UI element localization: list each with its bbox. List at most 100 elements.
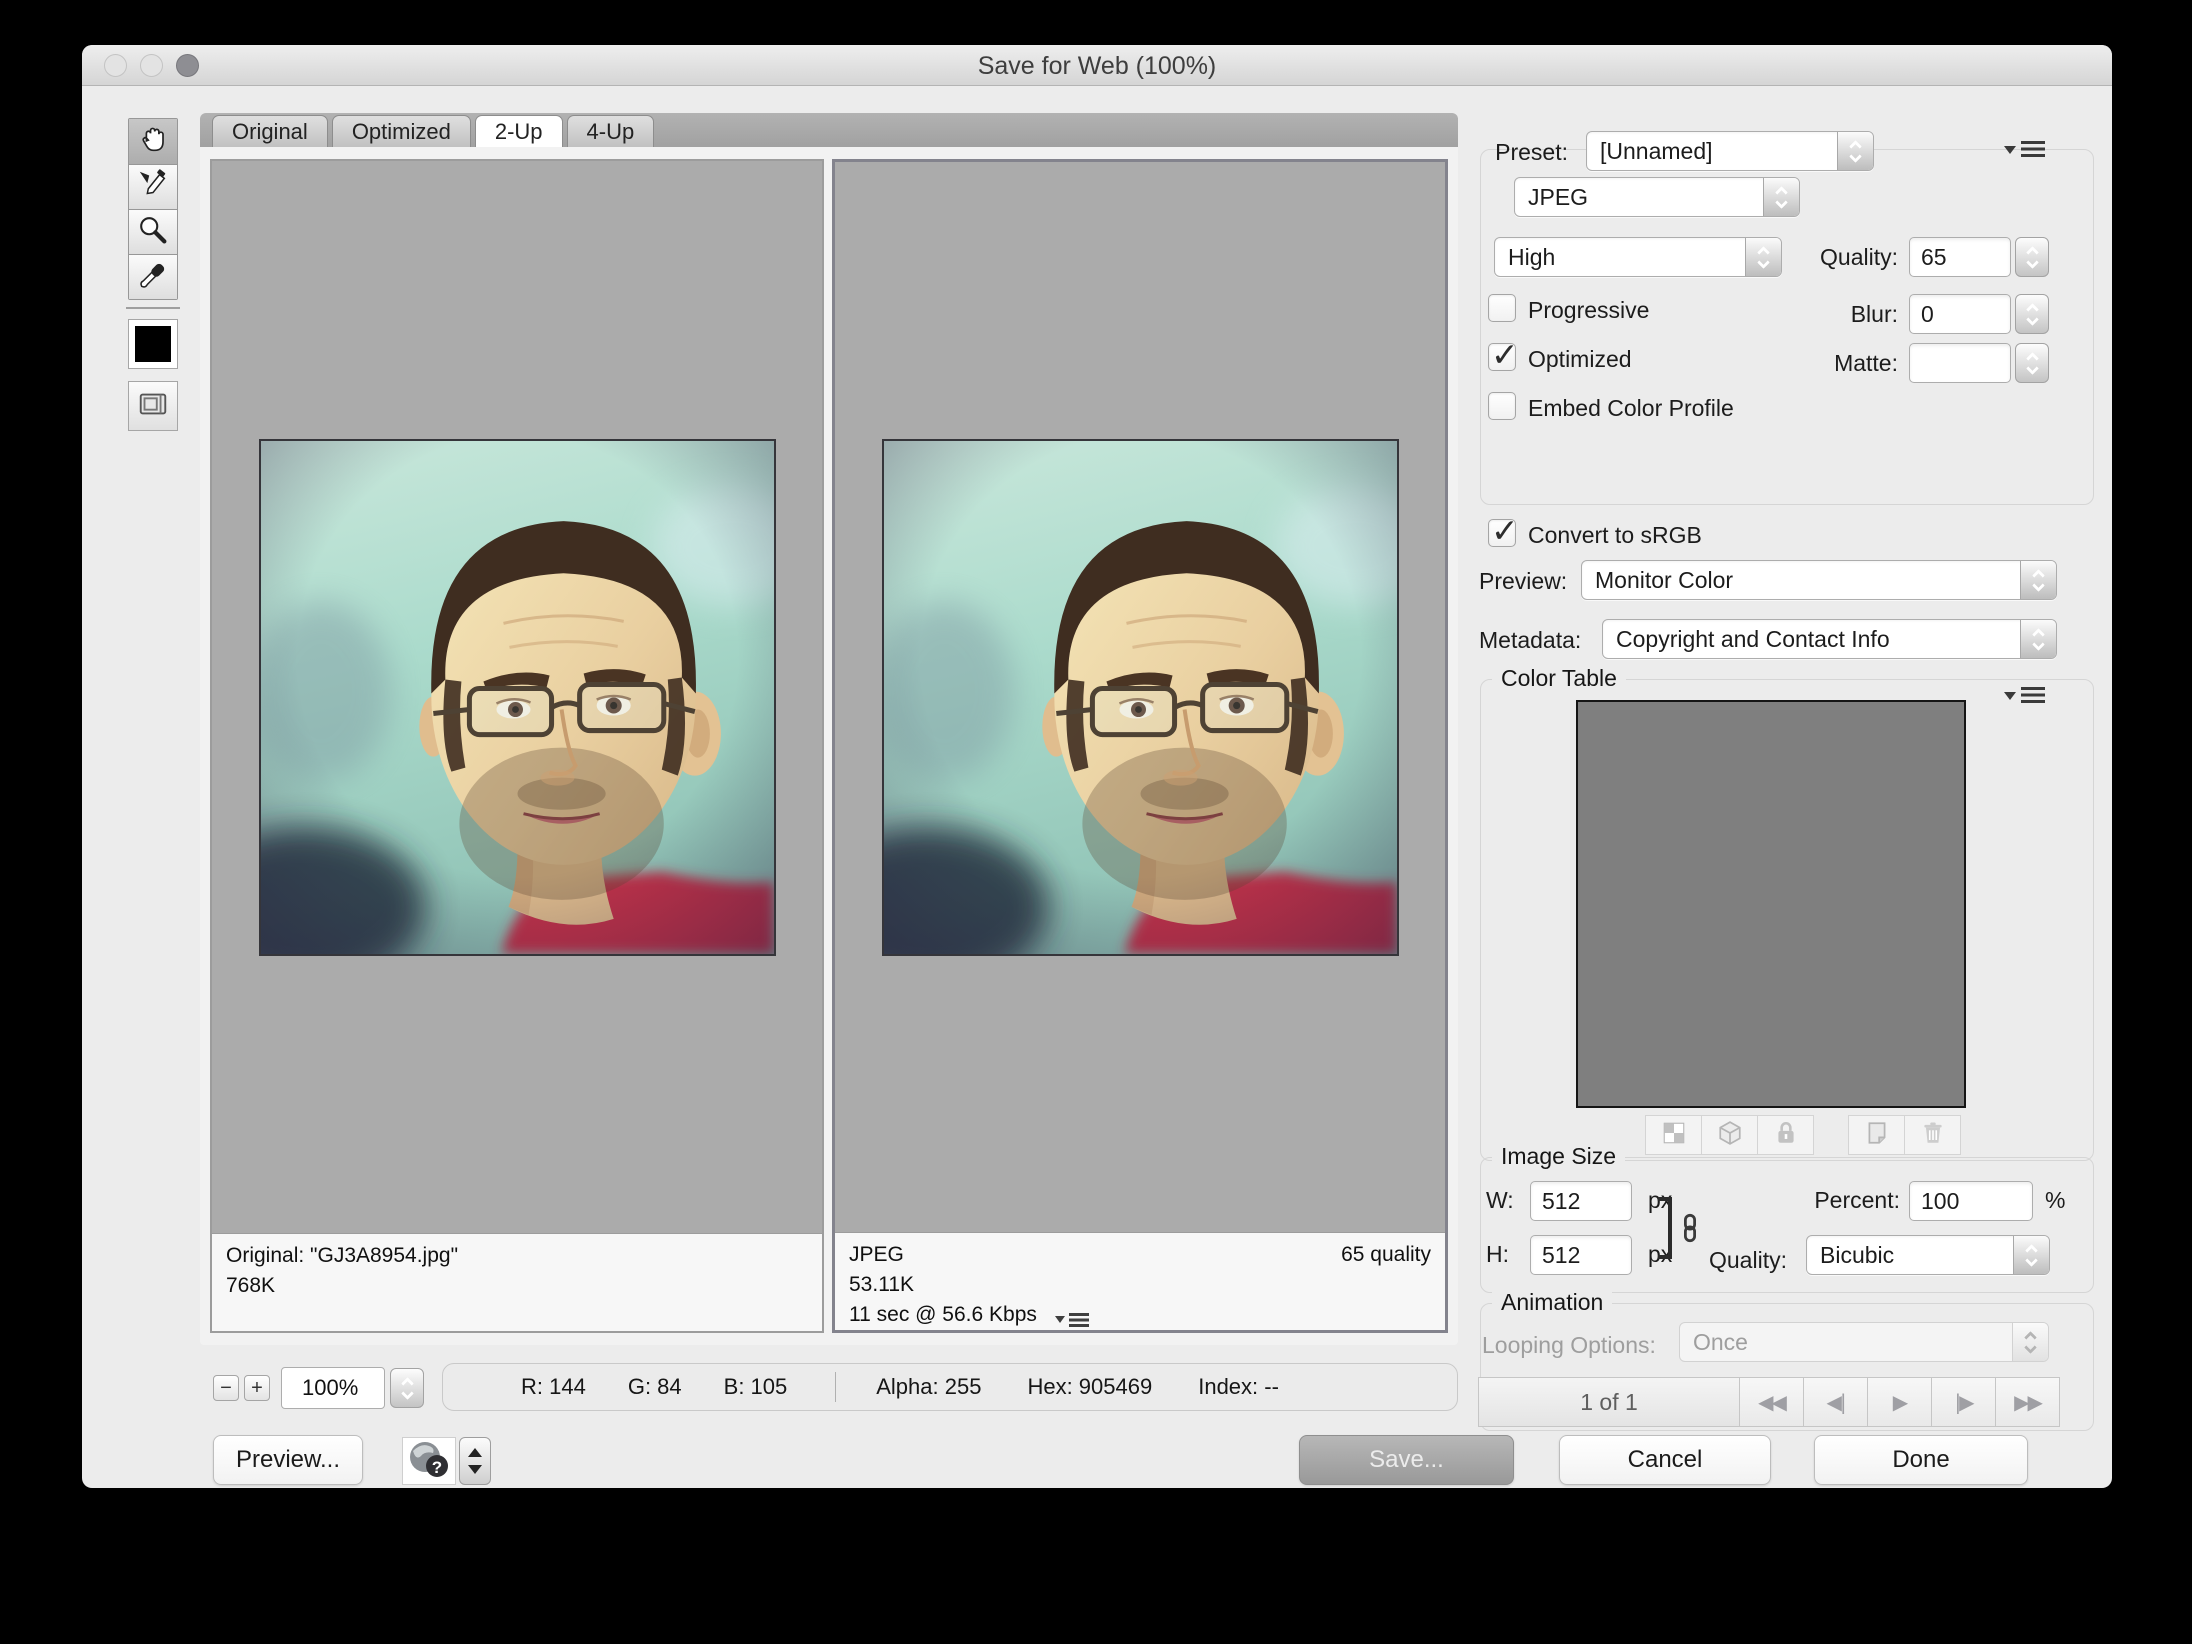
optimized-pane[interactable]: JPEG 65 quality 53.11K 11 sec @ 56.6 Kbp… (832, 159, 1448, 1333)
original-pane[interactable]: Original: "GJ3A8954.jpg" 768K (210, 159, 824, 1333)
height-label: H: (1486, 1241, 1509, 1268)
new-color-button[interactable] (1848, 1115, 1905, 1155)
tab-label: Original (232, 119, 308, 145)
format-dropdown[interactable]: JPEG (1514, 177, 1800, 217)
save-button-label: Save... (1369, 1446, 1444, 1474)
original-info-strip: Original: "GJ3A8954.jpg" 768K (212, 1233, 822, 1331)
map-transparency-button[interactable] (1645, 1115, 1702, 1155)
optimized-checkbox[interactable]: ✓ (1488, 343, 1516, 371)
compression-dropdown[interactable]: High (1494, 237, 1782, 277)
quality-label: Quality: (1794, 244, 1898, 271)
zoom-level-stepper[interactable] (390, 1368, 424, 1408)
convert-srgb-label: Convert to sRGB (1528, 522, 1702, 549)
save-for-web-dialog: Save for Web (100%) (82, 45, 2112, 1488)
resample-quality-value: Bicubic (1807, 1242, 1894, 1269)
zoom-out-button[interactable]: − (213, 1375, 239, 1401)
trash-icon (1920, 1120, 1946, 1151)
original-filename: Original: "GJ3A8954.jpg" (226, 1241, 808, 1271)
compression-value: High (1495, 244, 1555, 271)
chevron-updown-icon (1763, 178, 1799, 216)
progressive-checkbox[interactable]: ✓ (1488, 294, 1516, 322)
tool-column (128, 118, 178, 300)
new-page-icon (1864, 1120, 1890, 1151)
slice-select-tool-button[interactable] (129, 164, 177, 209)
first-frame-button[interactable]: ◀◀ (1739, 1377, 1804, 1427)
metadata-label: Metadata: (1479, 627, 1581, 654)
color-table-buttons-right (1849, 1115, 1961, 1155)
download-speed-menu-icon[interactable] (1055, 1313, 1089, 1327)
optimize-menu-icon[interactable] (2004, 141, 2045, 158)
hand-icon (136, 122, 170, 161)
link-icon[interactable] (1676, 1213, 1704, 1248)
width-label: W: (1486, 1187, 1514, 1214)
blur-field[interactable]: 0 (1909, 294, 2011, 334)
tab-4up[interactable]: 4-Up (567, 115, 655, 147)
tab-optimized[interactable]: Optimized (332, 115, 471, 147)
color-table-swatch-area[interactable] (1576, 700, 1966, 1108)
browser-globe-icon: ? (407, 1439, 451, 1484)
matte-stepper[interactable] (2015, 343, 2049, 383)
previous-frame-button[interactable]: ◀| (1803, 1377, 1868, 1427)
original-image-area[interactable] (212, 161, 822, 1233)
slices-icon (136, 387, 170, 426)
optimized-image-area[interactable] (835, 162, 1445, 1232)
preview-mode-label: Preview: (1479, 568, 1567, 595)
next-frame-button[interactable]: |▶ (1931, 1377, 1996, 1427)
height-field[interactable]: 512 (1530, 1235, 1632, 1275)
preset-dropdown[interactable]: [Unnamed] (1586, 131, 1874, 171)
tab-2up[interactable]: 2-Up (475, 115, 563, 147)
preview-mode-dropdown[interactable]: Monitor Color (1581, 560, 2057, 600)
delete-color-button[interactable] (1904, 1115, 1961, 1155)
color-table-label: Color Table (1492, 665, 1626, 692)
looping-options-dropdown[interactable]: Once (1679, 1322, 2049, 1362)
eyedropper-tool-button[interactable] (129, 254, 177, 299)
animation-label: Animation (1492, 1289, 1612, 1316)
convert-srgb-checkbox[interactable]: ✓ (1488, 519, 1516, 547)
percent-field[interactable]: 100 (1909, 1181, 2033, 1221)
eyedropper-color-swatch[interactable] (128, 319, 178, 369)
zoom-cluster: − + 100% (213, 1365, 424, 1411)
quality-stepper[interactable] (2015, 237, 2049, 277)
readout-index: Index: -- (1198, 1374, 1279, 1400)
hand-tool-button[interactable] (129, 119, 177, 164)
play-button[interactable]: ▶ (1867, 1377, 1932, 1427)
embed-color-profile-checkbox[interactable]: ✓ (1488, 392, 1516, 420)
matte-field[interactable] (1909, 343, 2011, 383)
cube-icon (1717, 1120, 1743, 1151)
last-frame-button[interactable]: ▶▶ (1995, 1377, 2060, 1427)
preview-in-browser-button[interactable]: ? (402, 1437, 456, 1485)
cancel-button[interactable]: Cancel (1559, 1435, 1771, 1485)
color-table-buttons-left (1646, 1115, 1814, 1155)
done-button[interactable]: Done (1814, 1435, 2028, 1485)
percent-label: Percent: (1796, 1187, 1900, 1214)
tab-original[interactable]: Original (212, 115, 328, 147)
readout-divider (835, 1372, 836, 1402)
format-value: JPEG (1515, 184, 1588, 211)
zoom-tool-button[interactable] (129, 209, 177, 254)
tool-divider (126, 307, 180, 309)
preview-button-label: Preview... (236, 1446, 340, 1474)
lock-color-button[interactable] (1757, 1115, 1814, 1155)
chevron-updown-icon (1745, 238, 1781, 276)
save-button[interactable]: Save... (1299, 1435, 1514, 1485)
zoom-in-button[interactable]: + (244, 1375, 270, 1401)
resample-quality-dropdown[interactable]: Bicubic (1806, 1235, 2050, 1275)
blur-stepper[interactable] (2015, 294, 2049, 334)
width-field[interactable]: 512 (1530, 1181, 1632, 1221)
zoom-level-field[interactable]: 100% (281, 1367, 385, 1409)
cancel-button-label: Cancel (1628, 1446, 1703, 1474)
metadata-dropdown[interactable]: Copyright and Contact Info (1602, 619, 2057, 659)
optimized-download-time: 11 sec @ 56.6 Kbps (849, 1300, 1431, 1330)
toggle-slices-visibility-button[interactable] (128, 381, 178, 431)
browser-select-stepper[interactable] (459, 1437, 491, 1485)
color-table-menu-icon[interactable] (2004, 687, 2045, 704)
optimized-label: Optimized (1528, 346, 1632, 373)
readout-green: G: 84 (628, 1374, 682, 1400)
optimized-info-strip: JPEG 65 quality 53.11K 11 sec @ 56.6 Kbp… (835, 1232, 1445, 1330)
preview-area: Original: "GJ3A8954.jpg" 768K (200, 147, 1458, 1345)
preview-button[interactable]: Preview... (213, 1435, 363, 1485)
frame-counter: 1 of 1 (1478, 1377, 1740, 1427)
download-time-text: 11 sec @ 56.6 Kbps (849, 1303, 1037, 1326)
quality-field[interactable]: 65 (1909, 237, 2011, 277)
web-shift-button[interactable] (1701, 1115, 1758, 1155)
